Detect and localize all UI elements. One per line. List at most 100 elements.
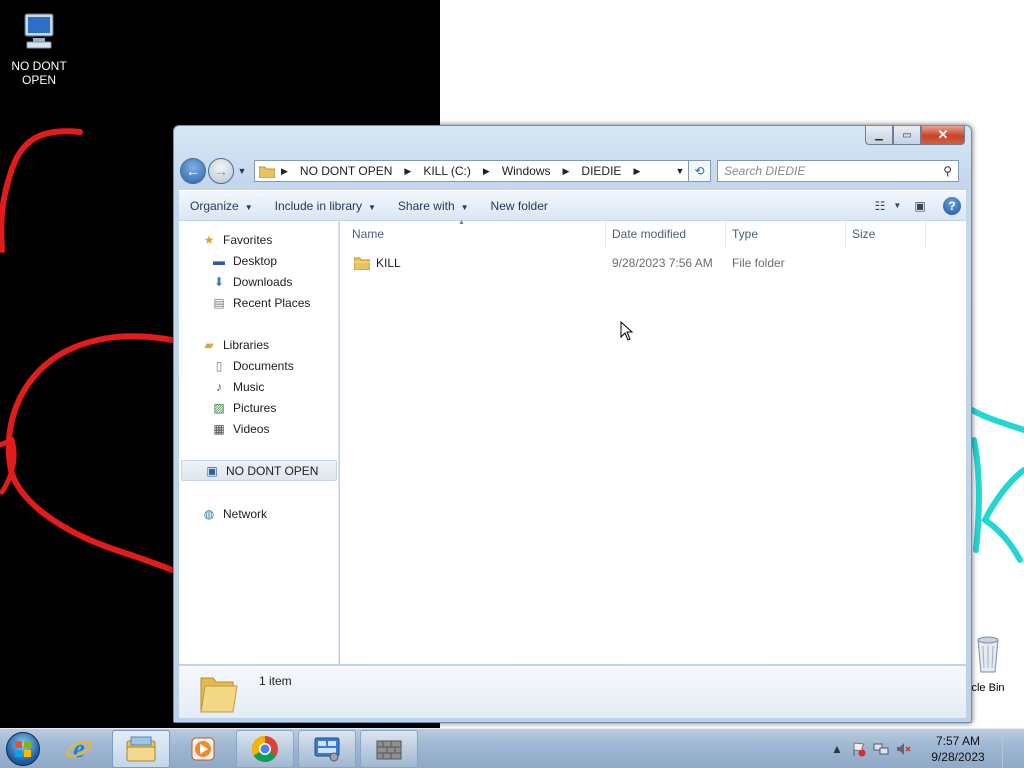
clock-date: 9/28/2023: [931, 749, 985, 764]
music-icon: ♪: [216, 379, 222, 394]
file-list[interactable]: ▲ Name Date modified Type Size KILL 9/28/…: [340, 219, 966, 664]
recent-places-icon: ▤: [213, 295, 225, 310]
chevron-right-icon[interactable]: ▶: [633, 166, 640, 177]
nav-label: Libraries: [223, 337, 270, 352]
documents-icon: ▯: [215, 358, 223, 373]
libraries-group: ▰ Libraries ▯ Documents ♪ Music ▨ Pictures ▦…: [179, 334, 339, 439]
column-header-size[interactable]: Size: [846, 221, 926, 247]
minimize-button[interactable]: ▁: [865, 126, 893, 145]
star-icon: ★: [203, 232, 215, 247]
mouse-cursor-icon: [620, 321, 634, 341]
nav-desktop[interactable]: ▬ Desktop: [179, 250, 339, 271]
preview-pane-button[interactable]: ▣: [906, 195, 934, 217]
file-row[interactable]: KILL 9/28/2023 7:56 AM File folder: [340, 253, 966, 273]
navigation-pane: ★ Favorites ▬ Desktop ⬇ Downloads ▤ Recent P…: [179, 221, 339, 664]
system-tray: ▲ 7:57 AM 9/28/2023: [826, 728, 1024, 768]
close-icon: ✕: [937, 127, 949, 142]
taskbar-chrome[interactable]: [236, 729, 294, 768]
folder-icon: [354, 257, 370, 270]
nav-videos[interactable]: ▦ Videos: [179, 418, 339, 439]
include-in-library-menu[interactable]: Include in library ▼: [264, 199, 387, 213]
chevron-right-icon[interactable]: ▶: [404, 166, 411, 177]
column-header-type[interactable]: Type: [726, 221, 846, 247]
nav-favorites[interactable]: ★ Favorites: [179, 229, 339, 250]
search-input[interactable]: Search DIEDIE ⚲: [717, 160, 959, 182]
folder-icon: [200, 677, 238, 713]
taskbar-media-player[interactable]: [174, 730, 232, 768]
help-button[interactable]: ?: [938, 195, 966, 217]
explorer-window[interactable]: ▁ ▭ ✕ ← → ▼ ▶ NO DONT OPEN ▶ KILL (C:) ▶…: [173, 125, 972, 723]
back-button[interactable]: ←: [180, 158, 206, 184]
nav-label: NO DONT OPEN: [226, 463, 319, 478]
nav-computer[interactable]: ▣ NO DONT OPEN: [181, 460, 337, 481]
volume-icon[interactable]: [892, 738, 914, 760]
nav-downloads[interactable]: ⬇ Downloads: [179, 271, 339, 292]
taskbar-firewall[interactable]: [360, 729, 418, 768]
recycle-bin-icon: [977, 636, 999, 673]
chevron-down-icon: ▼: [460, 202, 469, 212]
minimize-icon: ▁: [875, 129, 883, 141]
search-icon[interactable]: ⚲: [943, 164, 952, 178]
file-type: File folder: [732, 256, 785, 270]
close-button[interactable]: ✕: [921, 126, 965, 145]
nav-label: Desktop: [233, 253, 278, 268]
forward-button[interactable]: →: [208, 158, 234, 184]
new-folder-button[interactable]: New folder: [480, 199, 559, 213]
breadcrumb-item[interactable]: NO DONT OPEN: [300, 164, 392, 178]
firewall-icon: [376, 740, 402, 759]
action-center-icon[interactable]: [848, 738, 870, 760]
desktop-icon-computer[interactable]: NO DONT OPEN: [1, 10, 77, 87]
chrome-icon: [251, 735, 278, 762]
column-label: Type: [732, 227, 759, 241]
refresh-button[interactable]: ⟲: [689, 160, 711, 182]
nav-label: Recent Places: [233, 295, 311, 310]
nav-libraries[interactable]: ▰ Libraries: [179, 334, 339, 355]
recent-pages-dropdown[interactable]: ▼: [236, 166, 248, 176]
nav-documents[interactable]: ▯ Documents: [179, 355, 339, 376]
breadcrumb-item[interactable]: KILL (C:): [423, 164, 471, 178]
column-header-date-modified[interactable]: Date modified: [606, 221, 726, 247]
chevron-right-icon[interactable]: ▶: [563, 166, 570, 177]
column-label: Date modified: [612, 227, 687, 241]
taskbar-windows-explorer[interactable]: [112, 729, 170, 768]
column-header-name[interactable]: ▲ Name: [340, 219, 606, 247]
show-desktop-button[interactable]: [1002, 728, 1014, 768]
network-status-icon[interactable]: [870, 738, 892, 760]
computer-icon: ▣: [206, 463, 218, 478]
chevron-down-icon: ▼: [893, 201, 902, 210]
taskbar-control-panel[interactable]: [298, 729, 356, 768]
chevron-right-icon[interactable]: ▶: [483, 166, 490, 177]
include-in-library-label: Include in library: [274, 198, 362, 213]
start-button[interactable]: [0, 729, 46, 768]
clock[interactable]: 7:57 AM 9/28/2023: [920, 733, 996, 765]
desktop-icon: ▬: [213, 253, 225, 268]
taskbar: e ▲ 7:57 AM 9/28/2023: [0, 728, 1024, 768]
details-pane: 1 item: [179, 665, 966, 718]
folder-icon: [259, 166, 275, 178]
breadcrumb-item[interactable]: DIEDIE: [581, 164, 621, 178]
organize-menu[interactable]: Organize ▼: [179, 199, 264, 213]
breadcrumb-item[interactable]: Windows: [502, 164, 551, 178]
taskbar-internet-explorer[interactable]: e: [50, 730, 108, 768]
network-group: ◍ Network: [179, 503, 339, 524]
windows-explorer-icon: [126, 736, 156, 761]
computer-icon: [24, 13, 54, 49]
address-bar[interactable]: ▶ NO DONT OPEN ▶ KILL (C:) ▶ Windows ▶ D…: [254, 160, 689, 182]
svg-text:e: e: [73, 734, 85, 763]
nav-recent-places[interactable]: ▤ Recent Places: [179, 292, 339, 313]
nav-pictures[interactable]: ▨ Pictures: [179, 397, 339, 418]
nav-music[interactable]: ♪ Music: [179, 376, 339, 397]
preview-pane-icon: ▣: [914, 198, 926, 213]
nav-network[interactable]: ◍ Network: [179, 503, 339, 524]
network-icon: ◍: [203, 506, 215, 521]
nav-label: Documents: [233, 358, 294, 373]
share-with-menu[interactable]: Share with ▼: [387, 199, 480, 213]
maximize-button[interactable]: ▭: [893, 126, 921, 145]
change-view-button[interactable]: ☷ ▼: [874, 195, 902, 217]
libraries-icon: ▰: [204, 337, 214, 352]
address-history-dropdown[interactable]: ▼: [672, 166, 688, 176]
show-hidden-icons-button[interactable]: ▲: [826, 738, 848, 760]
chevron-down-icon: ▼: [368, 202, 376, 212]
chevron-right-icon[interactable]: ▶: [281, 166, 288, 177]
share-with-label: Share with: [397, 198, 455, 213]
